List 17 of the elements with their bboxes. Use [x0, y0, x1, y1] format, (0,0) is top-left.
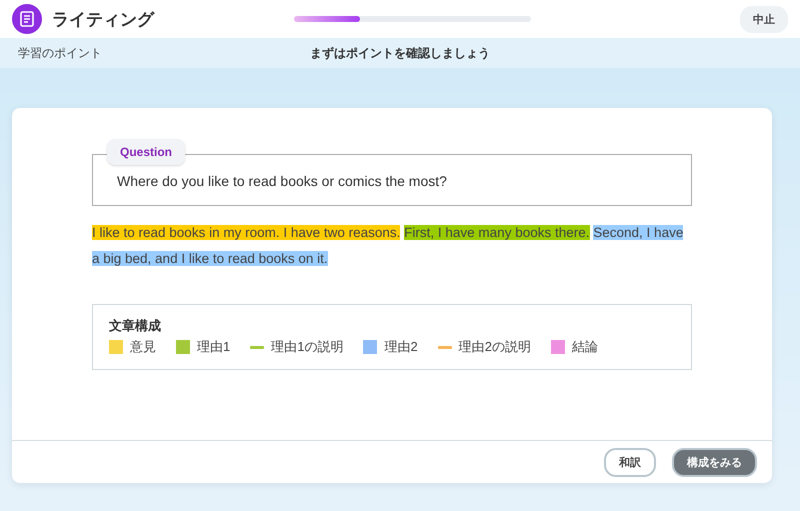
legend-label: 意見 [130, 338, 156, 356]
page-title: ライティング [52, 8, 156, 30]
question-text: Where do you like to read books or comics the most? [117, 173, 447, 189]
section-label: 学習のポイント [18, 44, 102, 62]
legend-title: 文章構成 [109, 317, 162, 335]
question-tag: Question [107, 139, 186, 165]
legend-label: 理由2 [384, 338, 418, 356]
instruction-text: まずはポイントを確認しましょう [310, 44, 490, 62]
quit-button[interactable]: 中止 [740, 6, 788, 32]
document-icon [12, 4, 42, 34]
legend-label: 理由1の説明 [271, 338, 344, 356]
legend-label: 理由2の説明 [458, 338, 531, 356]
structure-button[interactable]: 構成をみる [672, 448, 757, 476]
answer-text: I like to read books in my room. I have two reasons. First, I have many books there. Second, I have a big bed, and I like to read books on it. [92, 224, 684, 268]
legend-label: 理由1 [197, 338, 230, 356]
legend-label: 結論 [572, 338, 598, 356]
translation-button[interactable]: 和訳 [604, 448, 656, 476]
